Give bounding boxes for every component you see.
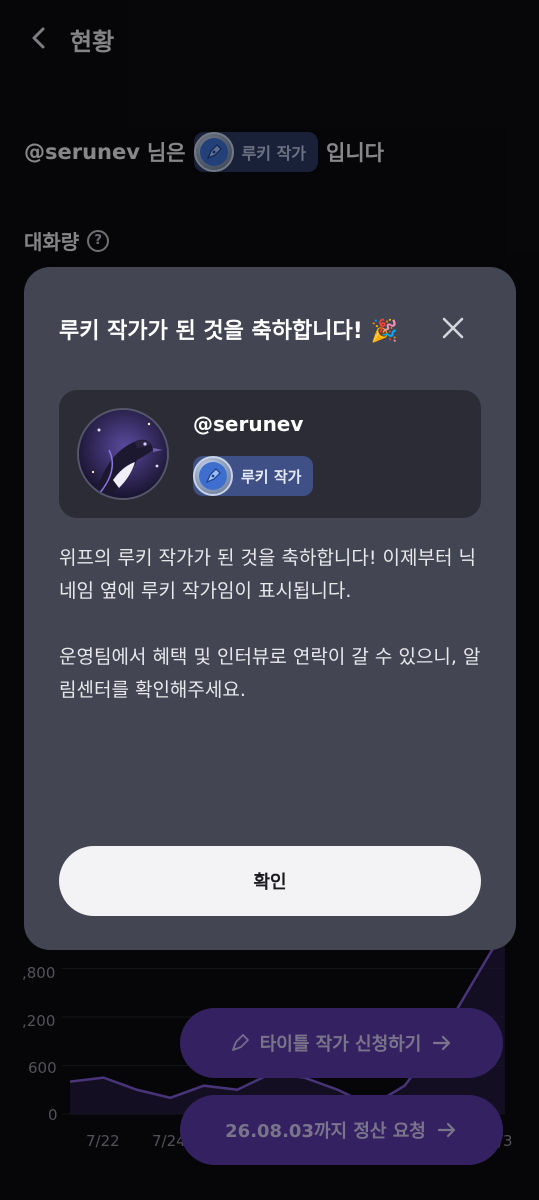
modal-body: 위프의 루키 작가가 된 것을 축하합니다! 이제부터 닉네임 옆에 루키 작가… [59,542,481,740]
party-popper-icon: 🎉 [370,319,398,344]
profile-card: @serunev 루키 작가 [59,390,481,518]
pen-nib-icon [205,468,221,484]
modal-paragraph: 운영팀에서 혜택 및 인터뷰로 연락이 갈 수 있으니, 알림센터를 확인해주세… [59,646,481,701]
badge-label: 루키 작가 [241,467,302,486]
modal-title: 루키 작가가 된 것을 축하합니다! 🎉 [59,313,398,345]
badge-emblem [193,456,233,496]
magpie-avatar-image [79,410,167,498]
close-icon[interactable] [438,313,468,343]
avatar [77,408,169,500]
confirm-button[interactable]: 확인 [59,846,481,916]
modal-title-text: 루키 작가가 된 것을 축하합니다! [59,319,363,344]
congrats-modal: 루키 작가가 된 것을 축하합니다! 🎉 @serunev 루키 작가 위프의 … [24,267,516,950]
modal-paragraph: 위프의 루키 작가가 된 것을 축하합니다! 이제부터 닉네임 옆에 루키 작가… [59,547,476,602]
rookie-badge: 루키 작가 [193,456,314,496]
profile-username: @serunev [193,412,304,436]
